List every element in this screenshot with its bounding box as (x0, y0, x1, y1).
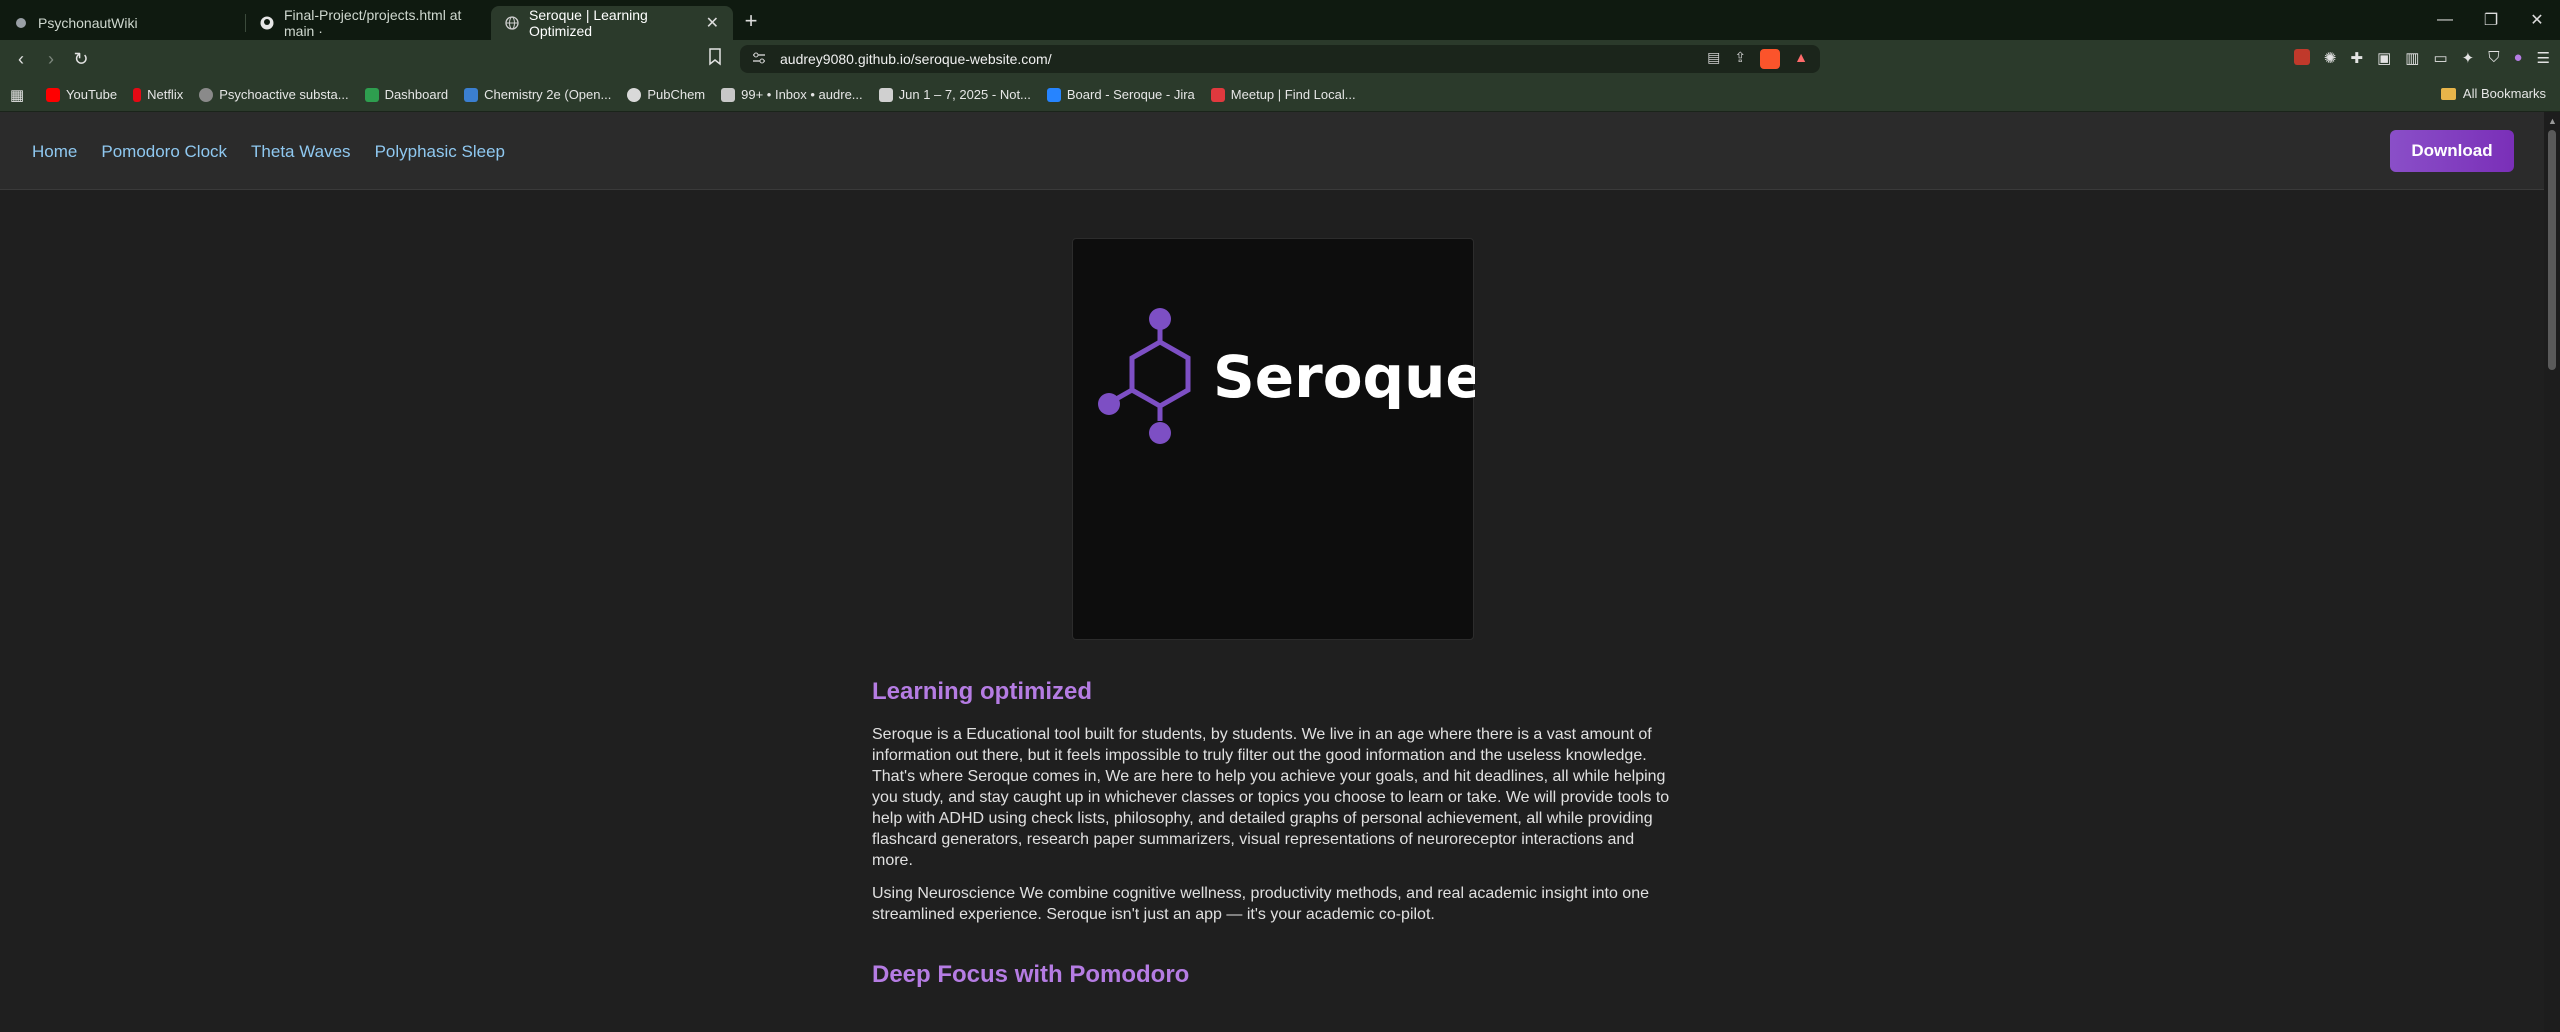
dashboard-icon (364, 87, 379, 102)
forward-button[interactable]: › (36, 49, 66, 70)
bookmark-label: Chemistry 2e (Open... (484, 87, 612, 102)
bookmarks-bar: ▦ YouTube Netflix Psychoactive substa...… (0, 78, 2560, 112)
tab-title: PsychonautWiki (38, 15, 138, 31)
psychonautwiki-icon (199, 87, 214, 102)
bookmark-label: Meetup | Find Local... (1230, 87, 1356, 102)
calendar-icon (878, 87, 893, 102)
bookmark-label: Psychoactive substa... (219, 87, 349, 102)
apps-grid-icon[interactable]: ▦ (10, 86, 32, 104)
nav-home-link[interactable]: Home (32, 142, 77, 162)
bookmark-label: Netflix (147, 87, 184, 102)
globe-icon (505, 16, 519, 30)
address-bar[interactable]: audrey9080.github.io/seroque-website.com… (740, 45, 1820, 73)
bookmark-label: Jun 1 – 7, 2025 - Not... (898, 87, 1031, 102)
pomodoro-section-title: Deep Focus with Pomodoro (872, 961, 1190, 988)
bookmark-label: PubChem (647, 87, 706, 102)
bookmark-chemistry[interactable]: Chemistry 2e (Open... (464, 87, 611, 102)
atom-bottom (1149, 422, 1171, 444)
scrollbar-thumb[interactable] (2548, 130, 2556, 370)
atom-top (1149, 308, 1171, 330)
github-icon (260, 16, 274, 30)
netflix-icon (133, 87, 142, 102)
reload-button[interactable]: ↻ (66, 49, 96, 70)
minimize-button[interactable]: — (2422, 11, 2468, 29)
browser-toolbar: ‹ › ↻ audrey9080.github.io/seroque-websi… (0, 40, 2560, 78)
atom-left (1098, 393, 1120, 415)
extension-calendar-icon[interactable] (2293, 49, 2310, 65)
extension-box-icon[interactable]: ▣ (2377, 49, 2391, 67)
bookmark-jira[interactable]: Board - Seroque - Jira (1046, 87, 1195, 102)
hexagon-shape (1129, 339, 1191, 409)
page-scrollbar[interactable]: ▲ (2544, 112, 2560, 1032)
jira-icon (1046, 87, 1061, 102)
profile-avatar-icon[interactable]: ● (2513, 49, 2522, 67)
site-header: Home Pomodoro Clock Theta Waves Polyphas… (0, 112, 2544, 190)
all-bookmarks-label: All Bookmarks (2462, 86, 2546, 101)
tab-title: Seroque | Learning Optimized (529, 7, 648, 39)
bookmark-youtube[interactable]: YouTube (46, 87, 117, 102)
bookmark-dashboard[interactable]: Dashboard (364, 87, 449, 102)
wallet-icon[interactable]: ▭ (2433, 49, 2447, 67)
bookmark-psychoactive[interactable]: Psychoactive substa... (199, 87, 349, 102)
mail-icon (721, 87, 736, 102)
close-window-button[interactable]: ✕ (2514, 10, 2560, 30)
tab-title: Final-Project/projects.html at main · (284, 7, 462, 39)
leo-ai-icon[interactable]: ✦ (2462, 49, 2475, 67)
meetup-icon (1210, 87, 1225, 102)
intro-section: Learning optimized Seroque is a Educatio… (872, 678, 1672, 1007)
reader-mode-icon[interactable]: ▤ (1707, 49, 1720, 69)
neuroscience-paragraph: Using Neuroscience We combine cognitive … (872, 885, 1649, 923)
extension-openai-icon[interactable]: ✺ (2324, 49, 2337, 67)
extensions-area: ✺ ✚ ▣ ▥ ▭ ✦ ⛉ ● ☰ (2293, 49, 2550, 67)
bookmark-pubchem[interactable]: PubChem (627, 87, 705, 102)
download-button[interactable]: Download (2390, 130, 2514, 172)
close-tab-icon[interactable]: ✕ (706, 13, 719, 33)
nav-pomodoro-link[interactable]: Pomodoro Clock (101, 142, 227, 162)
back-button[interactable]: ‹ (6, 49, 36, 70)
brave-shields-icon[interactable] (1760, 49, 1781, 69)
nav-theta-waves-link[interactable]: Theta Waves (251, 142, 351, 162)
tab-strip: PsychonautWiki Final-Project/projects.ht… (0, 0, 2560, 40)
all-bookmarks[interactable]: All Bookmarks (2440, 86, 2546, 101)
bookmark-label: 99+ • Inbox • audre... (741, 87, 863, 102)
vpn-shield-icon[interactable]: ⛉ (2488, 49, 2499, 67)
bookmark-label: Board - Seroque - Jira (1066, 87, 1195, 102)
brave-rewards-icon[interactable]: ▲ (1794, 49, 1808, 69)
tab-github[interactable]: Final-Project/projects.html at main · (246, 6, 491, 40)
youtube-icon (46, 87, 60, 102)
logo-card: Seroque (1072, 238, 1485, 640)
bookmark-label: YouTube (66, 87, 118, 102)
main-content: Seroque Learning optimized Seroque is a … (0, 190, 2544, 1032)
bookmark-netflix[interactable]: Netflix (133, 87, 183, 102)
seroque-logo: Seroque (1098, 308, 1485, 444)
tab-psychonautwiki[interactable]: PsychonautWiki (0, 6, 245, 40)
sidebar-toggle-icon[interactable]: ▥ (2405, 49, 2419, 67)
bookmark-inbox[interactable]: 99+ • Inbox • audre... (721, 87, 863, 102)
share-icon[interactable]: ⇪ (1734, 49, 1746, 69)
omnibox-actions: ▤ ⇪ ▲ (1707, 49, 1808, 69)
bookmark-label: Dashboard (384, 87, 449, 102)
site-info-icon[interactable] (752, 52, 766, 67)
restore-button[interactable]: ❐ (2468, 10, 2514, 30)
menu-icon[interactable]: ☰ (2537, 49, 2550, 67)
bookmark-meetup[interactable]: Meetup | Find Local... (1210, 87, 1356, 102)
nav-polyphasic-sleep-link[interactable]: Polyphasic Sleep (375, 142, 505, 162)
intro-paragraph: Seroque is a Educational tool built for … (872, 726, 1670, 869)
extensions-puzzle-icon[interactable]: ✚ (2351, 49, 2364, 67)
window-controls: — ❐ ✕ (2422, 0, 2560, 40)
openstax-icon (464, 87, 479, 102)
psychonautwiki-icon (14, 16, 28, 30)
scroll-up-arrow[interactable]: ▲ (2548, 116, 2557, 126)
tab-seroque[interactable]: Seroque | Learning Optimized ✕ (491, 6, 733, 40)
bookmark-notion[interactable]: Jun 1 – 7, 2025 - Not... (878, 87, 1031, 102)
url-text: audrey9080.github.io/seroque-website.com… (780, 51, 1052, 67)
section-title: Learning optimized (872, 678, 1093, 705)
pubchem-icon (627, 87, 642, 102)
folder-icon (2440, 87, 2456, 100)
bookmark-page-icon[interactable] (708, 48, 722, 71)
logo-wordmark: Seroque (1213, 343, 1475, 411)
new-tab-button[interactable]: + (733, 8, 769, 40)
site-nav: Home Pomodoro Clock Theta Waves Polyphas… (32, 142, 505, 162)
